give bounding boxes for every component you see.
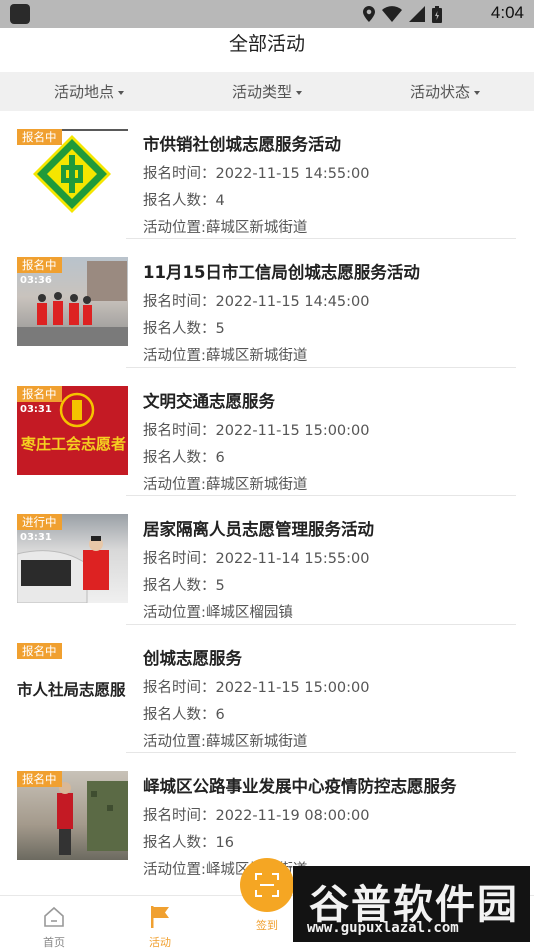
app-notification-icon: [10, 4, 30, 24]
activity-card[interactable]: 报名中 03:36 11月15日市工信局创城志愿服务活动 报名时间：2022-1…: [0, 239, 534, 368]
activity-thumbnail: 报名中: [17, 129, 128, 218]
signup-count: 报名人数：6: [143, 706, 225, 723]
signup-count: 报名人数：16: [143, 834, 234, 851]
activity-location: 活动位置:薛城区新城街道: [143, 476, 308, 493]
activity-thumbnail: 报名中 03:31 枣庄工会志愿者: [17, 385, 128, 475]
scan-icon: [255, 873, 279, 897]
status-badge: 报名中: [17, 770, 62, 787]
status-bar: 4:04: [0, 0, 534, 28]
status-badge: 报名中: [17, 257, 62, 274]
activity-location: 活动位置:薛城区新城街道: [143, 220, 308, 236]
activity-card[interactable]: 报名中 市人社局志愿服 创城志愿服务 报名时间：2022-11-15 15:00…: [0, 625, 534, 753]
signup-time: 报名时间：2022-11-15 14:45:00: [143, 294, 370, 311]
caret-down-icon: [296, 90, 302, 95]
wifi-icon: [382, 6, 402, 22]
activity-thumbnail: 报名中: [17, 770, 128, 860]
signup-time: 报名时间：2022-11-15 14:55:00: [143, 166, 370, 182]
activity-title: 创城志愿服务: [143, 648, 242, 668]
page-title: 全部活动: [228, 33, 305, 55]
activity-thumbnail: 进行中 03:31: [17, 514, 128, 604]
filter-label: 活动类型: [231, 83, 292, 101]
activity-title: 居家隔离人员志愿管理服务活动: [143, 520, 374, 540]
signup-time: 报名时间：2022-11-15 15:00:00: [143, 422, 370, 439]
filter-bar: 活动地点 活动类型 活动状态: [0, 72, 534, 111]
caret-down-icon: [474, 90, 480, 95]
tab-home[interactable]: 首页: [14, 896, 94, 951]
checkin-label: 签到: [256, 919, 278, 932]
activity-thumbnail: 报名中 市人社局志愿服: [17, 642, 128, 732]
location-icon: [363, 6, 375, 22]
activity-location: 活动位置:薛城区新城街道: [143, 733, 308, 750]
signal-icon: [409, 6, 425, 22]
filter-type[interactable]: 活动类型: [178, 72, 356, 111]
signup-time: 报名时间：2022-11-15 15:00:00: [143, 679, 370, 696]
signup-time: 报名时间：2022-11-19 08:00:00: [143, 807, 370, 824]
header: 全部活动: [0, 28, 534, 72]
tab-label: 首页: [43, 936, 65, 949]
status-badge: 进行中: [17, 514, 62, 531]
home-icon: [44, 906, 64, 927]
activity-card[interactable]: 报名中 市供销社创城志愿服务活动 报名时间：2022-11-15 14:55:0…: [0, 111, 534, 240]
filter-label: 活动地点: [53, 83, 114, 101]
watermark: 谷普软件园 www.gupuxlazal.com: [293, 866, 530, 942]
filter-status[interactable]: 活动状态: [356, 72, 534, 111]
tab-activity[interactable]: 活动: [120, 896, 200, 951]
activity-title: 峄城区公路事业发展中心疫情防控志愿服务: [143, 776, 457, 796]
status-badge: 报名中: [17, 385, 62, 402]
signup-time: 报名时间：2022-11-14 15:55:00: [143, 551, 370, 568]
battery-icon: [432, 5, 442, 23]
signup-count: 报名人数：5: [143, 578, 225, 595]
activity-card[interactable]: 报名中 03:31 枣庄工会志愿者 文明交通志愿服务 报名时间：2022-11-…: [0, 368, 534, 497]
activity-location: 活动位置:薛城区新城街道: [143, 348, 308, 365]
clock: 4:04: [490, 3, 524, 22]
activity-card[interactable]: 进行中 03:31 居家隔离人员志愿管理服务活动 报名时间：2022-11-14…: [0, 496, 534, 625]
activity-title: 11月15日市工信局创城志愿服务活动: [143, 263, 420, 283]
activity-location: 活动位置:峄城区榴园镇: [143, 605, 293, 622]
activity-title: 文明交通志愿服务: [143, 391, 275, 411]
signup-count: 报名人数：4: [143, 193, 225, 209]
signup-count: 报名人数：6: [143, 449, 225, 466]
watermark-url: www.gupuxlazal.com: [307, 920, 459, 936]
status-badge: 报名中: [17, 642, 62, 659]
status-icons: [363, 5, 442, 23]
thumbnail-text: 市人社局志愿服: [17, 679, 126, 699]
activity-title: 市供销社创城志愿服务活动: [143, 135, 341, 154]
checkin-button[interactable]: [240, 858, 294, 912]
flag-icon: [151, 906, 169, 928]
filter-label: 活动状态: [409, 83, 470, 101]
tab-label: 活动: [149, 936, 171, 949]
banner-text: 枣庄工会志愿者: [21, 434, 127, 453]
filter-location[interactable]: 活动地点: [0, 72, 178, 111]
status-badge: 报名中: [17, 129, 62, 145]
signup-count: 报名人数：5: [143, 321, 225, 338]
caret-down-icon: [118, 90, 124, 95]
activity-thumbnail: 报名中 03:36: [17, 257, 128, 347]
activity-list: 报名中 市供销社创城志愿服务活动 报名时间：2022-11-15 14:55:0…: [0, 111, 534, 881]
